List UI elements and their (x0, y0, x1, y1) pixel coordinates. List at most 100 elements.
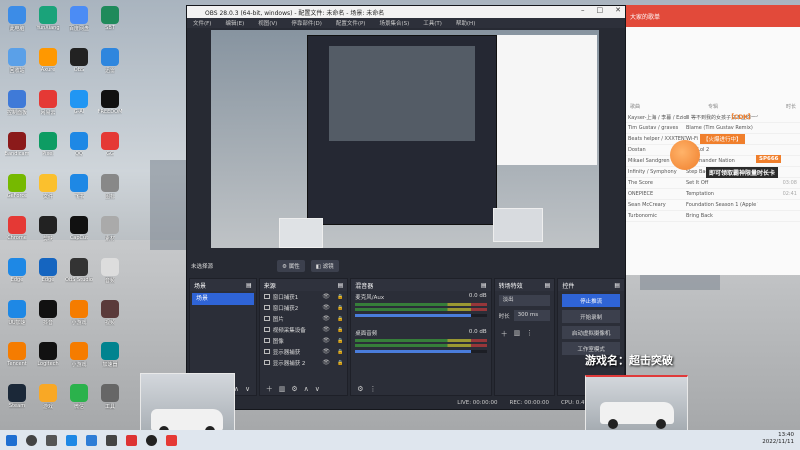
desktop-icon[interactable]: G-AI (64, 88, 94, 118)
desktop-icon[interactable]: 视频 (95, 298, 125, 328)
lock-icon[interactable]: 🔒 (337, 294, 343, 300)
volume-slider[interactable] (355, 314, 487, 317)
desktop-icon[interactable]: QQ (64, 130, 94, 160)
desktop-icon[interactable]: 文件 (33, 172, 63, 202)
settings-icon[interactable]: ⚙ (291, 385, 297, 393)
visibility-icon[interactable]: 👁 (322, 337, 330, 344)
visibility-icon[interactable]: 👁 (322, 326, 330, 333)
desktop-icon[interactable]: Chrome (2, 214, 32, 244)
dock-menu-icon[interactable]: ▤ (246, 282, 252, 289)
settings-icon[interactable]: ⚙ (357, 385, 363, 393)
desktop-icon[interactable]: CapCut (64, 214, 94, 244)
desktop-icon[interactable]: 迅雷 (95, 46, 125, 76)
edge-icon[interactable] (66, 434, 77, 446)
menu-item[interactable]: 停靠部件(D) (291, 19, 322, 27)
desktop-icon[interactable]: YunXiang (33, 4, 63, 34)
desktop-icon[interactable]: 音频 (95, 256, 125, 286)
desktop-icon[interactable]: 工具 (95, 382, 125, 412)
track-row[interactable]: Kayser-上海 / 李暮 / Ezio Ⅲ 等不到我的女孩子又不止你一个 (626, 112, 800, 123)
lock-icon[interactable]: 🔒 (337, 349, 343, 355)
desktop-icon[interactable]: 小游戏 (64, 298, 94, 328)
close-icon[interactable]: ✕ (615, 6, 621, 14)
desktop-icon[interactable]: 此电脑 (2, 4, 32, 34)
duration-input[interactable]: 300 ms (513, 310, 551, 321)
track-row[interactable]: Turbonomic Bring Back (626, 211, 800, 222)
desktop-icon[interactable]: 小游戏 (64, 340, 94, 370)
start-icon[interactable] (6, 434, 17, 446)
start-recording-button[interactable]: 开始录制 (562, 310, 620, 323)
desktop-icon[interactable]: 网易云 (33, 88, 63, 118)
desktop-icon[interactable]: 回收站 (2, 46, 32, 76)
desktop-icon[interactable]: 抖音 (33, 298, 63, 328)
desktop-icon[interactable]: 游戏 (33, 382, 63, 412)
desktop-icon[interactable]: Edge (33, 256, 63, 286)
source-item[interactable]: 视频采集设备 👁 🔒 (260, 324, 348, 335)
taskview-icon[interactable] (46, 434, 57, 446)
menu-item[interactable]: 场景集合(S) (379, 19, 409, 27)
menu-item[interactable]: 视图(V) (258, 19, 277, 27)
stop-streaming-button[interactable]: 停止推流 (562, 294, 620, 307)
app-icon[interactable] (126, 434, 137, 446)
add-icon[interactable]: ＋ (501, 329, 508, 339)
source-item[interactable]: 显示器捕获 2 👁 🔒 (260, 357, 348, 368)
visibility-icon[interactable]: 👁 (322, 293, 330, 300)
desktop-icon[interactable]: Tencent (2, 340, 32, 370)
move-down-icon[interactable]: ∨ (245, 385, 250, 393)
minimize-icon[interactable]: – (581, 6, 585, 14)
app-icon[interactable] (106, 434, 117, 446)
more-icon[interactable]: ⋮ (370, 385, 377, 393)
desktop-icon[interactable]: 图标 (95, 172, 125, 202)
desktop-icon[interactable]: GG (95, 130, 125, 160)
obs-preview-canvas[interactable] (211, 30, 599, 248)
system-clock[interactable]: 13:40 2022/11/11 (762, 432, 794, 446)
menu-item[interactable]: 工具(T) (423, 19, 442, 27)
app-icon[interactable] (166, 434, 177, 446)
properties-button[interactable]: ⚙ 属性 (277, 260, 305, 272)
transition-select[interactable]: 淡出 (498, 295, 551, 306)
dock-menu-icon[interactable]: ▤ (614, 282, 620, 289)
source-item[interactable]: 显示器捕获 👁 🔒 (260, 346, 348, 357)
desktop-icon[interactable]: 微信 (64, 382, 94, 412)
track-row[interactable]: ONEPIECE Temptation 02:41 (626, 189, 800, 200)
maximize-icon[interactable]: □ (597, 6, 604, 14)
add-icon[interactable]: ＋ (266, 384, 273, 394)
desktop-icon[interactable]: 飞书 (64, 172, 94, 202)
virtual-camera-button[interactable]: 启动虚拟摄像机 (562, 326, 620, 339)
dock-menu-icon[interactable]: ▤ (481, 282, 487, 289)
source-item[interactable]: 图像 👁 🔒 (260, 335, 348, 346)
desktop-icon[interactable]: 百度网盘 (64, 4, 94, 34)
lock-icon[interactable]: 🔒 (337, 316, 343, 322)
dock-menu-icon[interactable]: ▤ (338, 282, 344, 289)
dock-menu-icon[interactable]: ▤ (545, 282, 551, 289)
desktop-icon[interactable]: GeForce (2, 172, 32, 202)
remove-icon[interactable]: ▥ (279, 385, 286, 393)
desktop-icon[interactable]: 加速器 (95, 340, 125, 370)
visibility-icon[interactable]: 👁 (322, 359, 330, 366)
source-item[interactable]: 窗口捕获2 👁 🔒 (260, 302, 348, 313)
desktop-icon[interactable]: 素材 (95, 214, 125, 244)
desktop-icon[interactable]: Edge (2, 256, 32, 286)
desktop-icon[interactable]: OBS Studio (64, 256, 94, 286)
desktop-icon[interactable]: FREEDOM (95, 88, 125, 118)
filters-button[interactable]: ◧ 滤镜 (310, 260, 339, 272)
desktop-icon[interactable]: UU加速 (2, 298, 32, 328)
lock-icon[interactable]: 🔒 (337, 360, 343, 366)
menu-item[interactable]: 帮助(H) (456, 19, 475, 27)
desktop-icon[interactable]: SBT (95, 4, 125, 34)
track-row[interactable]: Sean McCreary Foundation Season 1 (Apple … (626, 200, 800, 211)
source-item[interactable]: 图片 👁 🔒 (260, 313, 348, 324)
desktop-icon[interactable]: 剪映 (33, 214, 63, 244)
visibility-icon[interactable]: 👁 (322, 304, 330, 311)
obs-icon[interactable] (146, 434, 157, 446)
source-item[interactable]: 窗口捕获1 👁 🔒 (260, 291, 348, 302)
desktop-icon[interactable]: Bandicam (2, 130, 32, 160)
desktop-icon[interactable]: 控制面板 (2, 88, 32, 118)
desktop-icon[interactable]: Logitech (33, 340, 63, 370)
desktop-icon[interactable]: OBS (64, 46, 94, 76)
move-down-icon[interactable]: ∨ (315, 385, 320, 393)
desktop-icon[interactable]: Pixel (33, 130, 63, 160)
visibility-icon[interactable]: 👁 (322, 315, 330, 322)
menu-item[interactable]: 文件(F) (193, 19, 211, 27)
move-up-icon[interactable]: ∧ (304, 385, 309, 393)
menu-item[interactable]: 编辑(E) (225, 19, 244, 27)
